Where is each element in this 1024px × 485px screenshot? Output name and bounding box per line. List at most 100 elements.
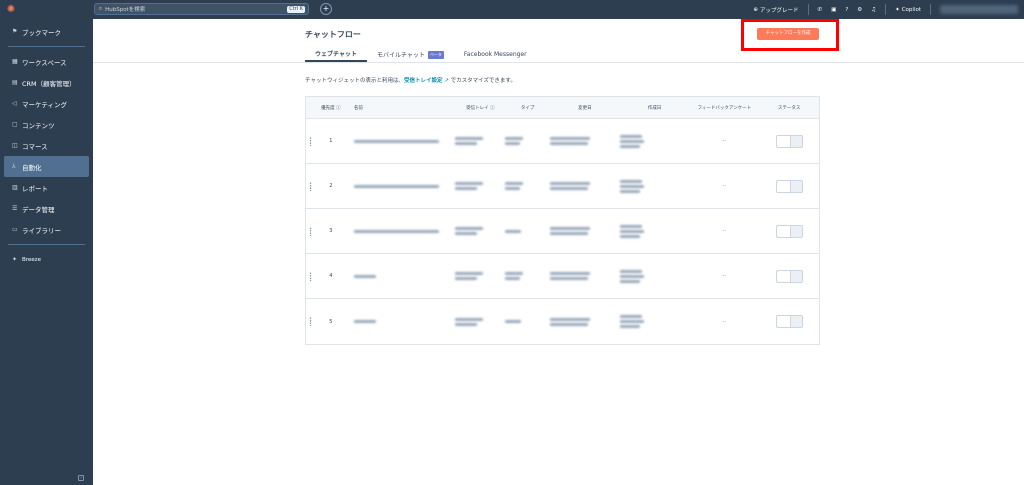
table-header: 優先度 ⓘ 名前 受信トレイ ⓘ タイプ 変更日 作成日 フィードバックアンケー… bbox=[306, 97, 819, 119]
automation-icon: ⅄ bbox=[12, 163, 16, 170]
created-value bbox=[619, 268, 690, 285]
created-value bbox=[619, 133, 690, 150]
hubspot-logo-icon[interactable]: ✺ bbox=[0, 0, 22, 19]
table-row[interactable]: 1 -- bbox=[306, 119, 819, 164]
create-new-button[interactable]: + bbox=[320, 3, 332, 15]
header-name[interactable]: 名前 bbox=[346, 105, 456, 111]
search-shortcut: Ctrl K bbox=[287, 6, 305, 13]
search-input[interactable]: ⌕ HubSpotを検索 Ctrl K bbox=[94, 3, 309, 15]
sidebar: ⚑ ブックマーク ▦ ワークスペース ▤ CRM（顧客管理） ◁ マーケティング… bbox=[0, 19, 93, 485]
created-value bbox=[619, 223, 690, 240]
chatflow-name-link[interactable] bbox=[346, 183, 456, 190]
type-value bbox=[505, 228, 550, 235]
priority-value: 4 bbox=[329, 273, 333, 279]
tabs-divider bbox=[93, 62, 1024, 63]
settings-gear-icon[interactable]: ⚙ bbox=[857, 7, 862, 13]
tab-mobile-chat[interactable]: モバイルチャット ベータ bbox=[367, 47, 454, 62]
sidebar-item-crm[interactable]: ▤ CRM（顧客管理） bbox=[4, 72, 89, 93]
sidebar-item-breeze[interactable]: ✦ Breeze bbox=[4, 249, 89, 270]
sidebar-item-bookmarks[interactable]: ⚑ ブックマーク bbox=[4, 21, 89, 42]
drag-handle-icon[interactable] bbox=[309, 226, 313, 236]
help-icon[interactable]: ? bbox=[845, 7, 848, 13]
header-type[interactable]: タイプ bbox=[505, 105, 550, 111]
table-row[interactable]: 3 -- bbox=[306, 209, 819, 254]
sidebar-item-commerce[interactable]: ◫ コマース bbox=[4, 135, 89, 156]
sidebar-item-data-management[interactable]: ☰ データ管理 bbox=[4, 198, 89, 219]
header-feedback-survey[interactable]: フィードバックアンケート bbox=[689, 105, 759, 111]
phone-icon[interactable]: ✆ bbox=[818, 7, 823, 13]
divider bbox=[930, 4, 931, 15]
tab-facebook-messenger[interactable]: Facebook Messenger bbox=[454, 47, 537, 62]
notifications-bell-icon[interactable]: ♫ bbox=[871, 7, 876, 13]
search-icon: ⌕ bbox=[99, 5, 103, 12]
crm-icon: ▤ bbox=[12, 79, 18, 86]
chatflow-name-link[interactable] bbox=[346, 228, 456, 235]
top-right-toolbar: ⊕ アップグレード ✆ ▣ ? ⚙ ♫ ✦ Copilot bbox=[753, 0, 1024, 19]
created-value bbox=[619, 178, 690, 195]
marketplace-icon[interactable]: ▣ bbox=[831, 7, 836, 13]
sidebar-item-content[interactable]: ▢ コンテンツ bbox=[4, 114, 89, 135]
drag-handle-icon[interactable] bbox=[309, 271, 313, 281]
header-inbox[interactable]: 受信トレイ ⓘ bbox=[455, 105, 505, 111]
drag-handle-icon[interactable] bbox=[309, 317, 313, 326]
status-toggle[interactable] bbox=[775, 224, 803, 238]
chatflow-name-link[interactable] bbox=[346, 138, 456, 145]
info-icon: ⓘ bbox=[490, 105, 495, 111]
type-value bbox=[505, 135, 550, 147]
channel-tabs: ウェブチャット モバイルチャット ベータ Facebook Messenger bbox=[305, 47, 537, 62]
divider bbox=[885, 4, 887, 15]
feedback-value: -- bbox=[722, 138, 727, 144]
account-menu[interactable] bbox=[940, 5, 1018, 14]
sidebar-divider bbox=[8, 46, 85, 47]
content-icon: ▢ bbox=[12, 121, 18, 128]
status-toggle[interactable] bbox=[775, 179, 803, 193]
sidebar-item-workspace[interactable]: ▦ ワークスペース bbox=[4, 51, 89, 72]
priority-value: 5 bbox=[329, 318, 333, 325]
type-value bbox=[505, 270, 550, 282]
header-status[interactable]: ステータス bbox=[759, 105, 819, 111]
create-chatflow-button[interactable]: チャットフローを作成 bbox=[757, 28, 819, 40]
drag-handle-icon[interactable] bbox=[309, 136, 313, 146]
description: チャットウィジェットの表示と利用は、受信トレイ設定 ↗ でカスタマイズできます。 bbox=[305, 78, 516, 84]
updated-value bbox=[550, 135, 620, 147]
table-row[interactable]: 4 -- bbox=[306, 254, 819, 299]
feedback-value: -- bbox=[722, 318, 727, 325]
search-placeholder: HubSpotを検索 bbox=[105, 7, 146, 13]
bookmark-icon: ⚑ bbox=[12, 28, 18, 35]
priority-value: 3 bbox=[329, 228, 333, 234]
chart-icon: ▥ bbox=[12, 184, 18, 191]
sidebar-item-reports[interactable]: ▥ レポート bbox=[4, 177, 89, 198]
page-title: チャットフロー bbox=[305, 30, 361, 39]
info-icon: ⓘ bbox=[336, 105, 341, 111]
tab-web-chat[interactable]: ウェブチャット bbox=[305, 47, 367, 62]
inbox-value bbox=[455, 316, 505, 328]
header-priority[interactable]: 優先度 ⓘ bbox=[316, 105, 346, 111]
database-icon: ☰ bbox=[12, 205, 18, 212]
sidebar-item-marketing[interactable]: ◁ マーケティング bbox=[4, 93, 89, 114]
priority-value: 1 bbox=[329, 138, 333, 144]
inbox-settings-link[interactable]: 受信トレイ設定 bbox=[404, 78, 443, 84]
inbox-value bbox=[455, 180, 505, 192]
chatflow-table: 優先度 ⓘ 名前 受信トレイ ⓘ タイプ 変更日 作成日 フィードバックアンケー… bbox=[305, 96, 820, 345]
status-toggle[interactable] bbox=[775, 134, 803, 148]
header-updated[interactable]: 変更日 bbox=[550, 105, 620, 111]
status-toggle[interactable] bbox=[775, 315, 803, 328]
collapse-sidebar-icon[interactable]: › bbox=[78, 475, 84, 481]
inbox-value bbox=[455, 270, 505, 282]
status-toggle[interactable] bbox=[775, 269, 803, 283]
sidebar-item-library[interactable]: ▭ ライブラリー bbox=[4, 219, 89, 240]
header-created[interactable]: 作成日 bbox=[620, 105, 690, 111]
upgrade-button[interactable]: ⊕ アップグレード bbox=[753, 6, 798, 14]
table-row[interactable]: 2 -- bbox=[306, 164, 819, 209]
chatflow-name-link[interactable] bbox=[346, 318, 456, 325]
inbox-value bbox=[455, 225, 505, 237]
commerce-icon: ◫ bbox=[12, 142, 18, 149]
sidebar-item-automation[interactable]: ⅄ 自動化 bbox=[4, 156, 89, 177]
drag-handle-icon[interactable] bbox=[309, 181, 313, 191]
copilot-button[interactable]: ✦ Copilot bbox=[895, 7, 921, 13]
top-navigation-bar: ✺ ⌕ HubSpotを検索 Ctrl K + ⊕ アップグレード ✆ ▣ ? … bbox=[0, 0, 1024, 19]
updated-value bbox=[550, 270, 620, 282]
chatflow-name-link[interactable] bbox=[346, 273, 456, 280]
table-row[interactable]: 5 -- bbox=[306, 299, 819, 344]
main-content: チャットフロー チャットフローを作成 ウェブチャット モバイルチャット ベータ … bbox=[93, 19, 1024, 485]
